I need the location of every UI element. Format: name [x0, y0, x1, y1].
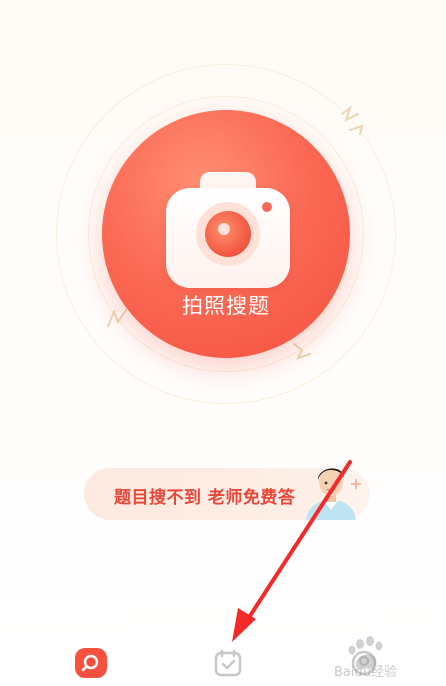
checkbox-icon [214, 649, 242, 677]
nav-home-search-button[interactable] [75, 648, 107, 678]
baidu-watermark-logo: Baidu经验 [334, 636, 397, 680]
watermark-text: Baidu经验 [334, 664, 397, 680]
search-icon [81, 654, 99, 672]
nav-assignments-button[interactable] [213, 648, 243, 678]
annotation-arrow [232, 460, 352, 642]
